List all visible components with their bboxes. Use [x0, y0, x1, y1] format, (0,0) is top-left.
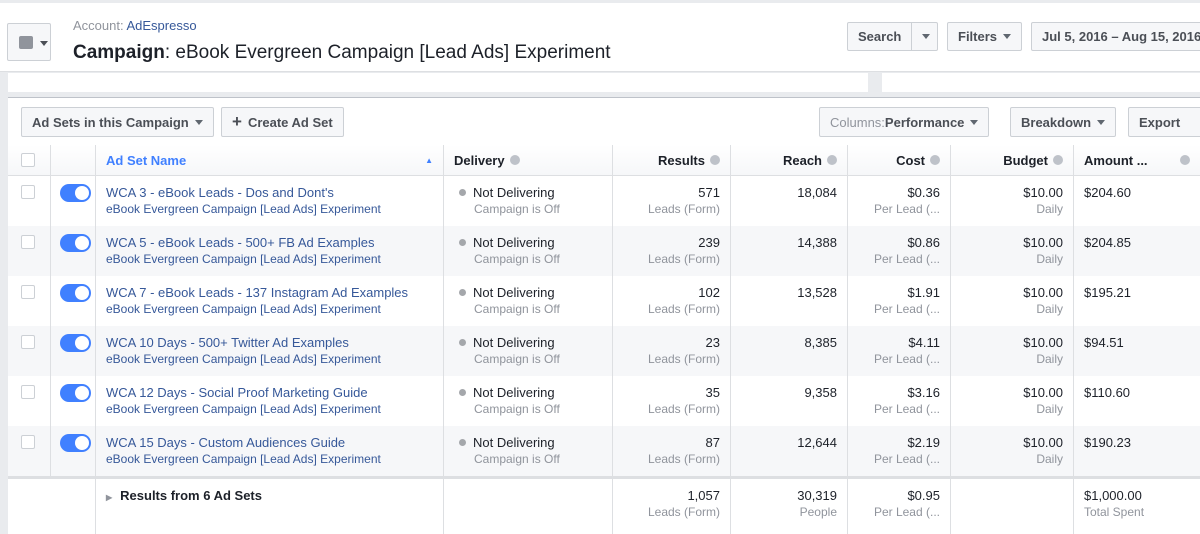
campaign-link[interactable]: eBook Evergreen Campaign [Lead Ads] Expe…	[106, 251, 433, 267]
status-dot-icon	[459, 339, 466, 346]
info-icon[interactable]	[827, 155, 837, 165]
info-icon[interactable]	[930, 155, 940, 165]
adset-toggle[interactable]	[60, 234, 91, 252]
column-cost[interactable]: Cost	[847, 145, 950, 175]
page-title: Campaign: eBook Evergreen Campaign [Lead…	[73, 42, 611, 63]
sort-ascending-icon: ▲	[425, 155, 433, 165]
status-dot-icon	[459, 389, 466, 396]
plus-icon: +	[232, 112, 242, 131]
adset-toggle[interactable]	[60, 384, 91, 402]
insights-panel-right	[882, 73, 1200, 92]
adset-name-link[interactable]: WCA 3 - eBook Leads - Dos and Dont's	[106, 185, 433, 201]
caret-down-icon[interactable]	[922, 34, 931, 43]
breakdown-dropdown[interactable]: Breakdown	[1010, 107, 1117, 137]
adsets-scope-dropdown[interactable]: Ad Sets in this Campaign	[21, 107, 214, 137]
campaign-link[interactable]: eBook Evergreen Campaign [Lead Ads] Expe…	[106, 451, 433, 467]
adset-name-link[interactable]: WCA 15 Days - Custom Audiences Guide	[106, 435, 433, 451]
caret-down-icon	[1003, 34, 1012, 43]
select-all-checkbox[interactable]	[21, 153, 35, 167]
caret-down-icon	[194, 119, 203, 129]
table-row: WCA 5 - eBook Leads - 500+ FB Ad Example…	[8, 226, 1200, 276]
column-results[interactable]: Results	[612, 145, 730, 175]
row-checkbox[interactable]	[21, 385, 35, 399]
caret-down-icon	[970, 119, 979, 129]
search-button[interactable]: Search	[847, 22, 938, 51]
adset-name-link[interactable]: WCA 10 Days - 500+ Twitter Ad Examples	[106, 335, 433, 351]
campaign-link[interactable]: eBook Evergreen Campaign [Lead Ads] Expe…	[106, 351, 433, 367]
table-row: WCA 15 Days - Custom Audiences Guide eBoo…	[8, 426, 1200, 476]
column-budget[interactable]: Budget	[950, 145, 1073, 175]
info-icon[interactable]	[710, 155, 720, 165]
campaign-link[interactable]: eBook Evergreen Campaign [Lead Ads] Expe…	[106, 401, 433, 417]
expand-icon[interactable]: ▶	[106, 493, 112, 502]
adset-name-link[interactable]: WCA 12 Days - Social Proof Marketing Gui…	[106, 385, 433, 401]
caret-down-icon	[1097, 119, 1106, 129]
adset-name-link[interactable]: WCA 7 - eBook Leads - 137 Instagram Ad E…	[106, 285, 433, 301]
table-header: Ad Set Name ▲ Delivery Results Reach Cost…	[8, 145, 1200, 176]
filters-button[interactable]: Filters	[947, 22, 1023, 51]
export-button[interactable]: Export	[1128, 107, 1200, 137]
campaign-header: Account: AdEspresso Campaign: eBook Ever…	[0, 0, 1200, 72]
document-icon	[19, 36, 33, 49]
column-amount-spent[interactable]: Amount ...	[1073, 145, 1200, 175]
column-reach[interactable]: Reach	[730, 145, 847, 175]
info-icon[interactable]	[1180, 155, 1190, 165]
status-dot-icon	[459, 289, 466, 296]
table-row: WCA 12 Days - Social Proof Marketing Gui…	[8, 376, 1200, 426]
table-row: WCA 3 - eBook Leads - Dos and Dont's eBoo…	[8, 176, 1200, 226]
info-icon[interactable]	[509, 155, 520, 165]
summary-row: ▶ Results from 6 Ad Sets 1,057 Leads (Form…	[8, 476, 1200, 534]
create-adset-button[interactable]: + Create Ad Set	[221, 107, 344, 137]
campaign-link[interactable]: eBook Evergreen Campaign [Lead Ads] Expe…	[106, 301, 433, 317]
row-checkbox[interactable]	[21, 335, 35, 349]
adset-name-link[interactable]: WCA 5 - eBook Leads - 500+ FB Ad Example…	[106, 235, 433, 251]
column-delivery[interactable]: Delivery	[443, 145, 612, 175]
adset-toggle[interactable]	[60, 434, 91, 452]
row-checkbox[interactable]	[21, 185, 35, 199]
status-dot-icon	[459, 439, 466, 446]
campaign-link[interactable]: eBook Evergreen Campaign [Lead Ads] Expe…	[106, 201, 433, 217]
row-checkbox[interactable]	[21, 435, 35, 449]
column-ad-set-name[interactable]: Ad Set Name ▲	[95, 145, 443, 175]
table-row: WCA 10 Days - 500+ Twitter Ad Examples eB…	[8, 326, 1200, 376]
status-dot-icon	[459, 239, 466, 246]
caret-down-icon	[40, 41, 48, 50]
status-dot-icon	[459, 189, 466, 196]
account-line: Account: AdEspresso	[73, 18, 197, 33]
insights-panel	[8, 73, 868, 92]
table-row: WCA 7 - eBook Leads - 137 Instagram Ad E…	[8, 276, 1200, 326]
info-icon[interactable]	[1053, 155, 1063, 165]
row-checkbox[interactable]	[21, 235, 35, 249]
date-range-picker[interactable]: Jul 5, 2016 – Aug 15, 2016	[1031, 22, 1200, 51]
columns-dropdown[interactable]: Columns: Performance	[819, 107, 990, 137]
adset-toggle[interactable]	[60, 334, 91, 352]
adset-toggle[interactable]	[60, 284, 91, 302]
view-menu-button[interactable]	[7, 23, 51, 61]
adset-toggle[interactable]	[60, 184, 91, 202]
row-checkbox[interactable]	[21, 285, 35, 299]
account-link[interactable]: AdEspresso	[126, 18, 196, 33]
